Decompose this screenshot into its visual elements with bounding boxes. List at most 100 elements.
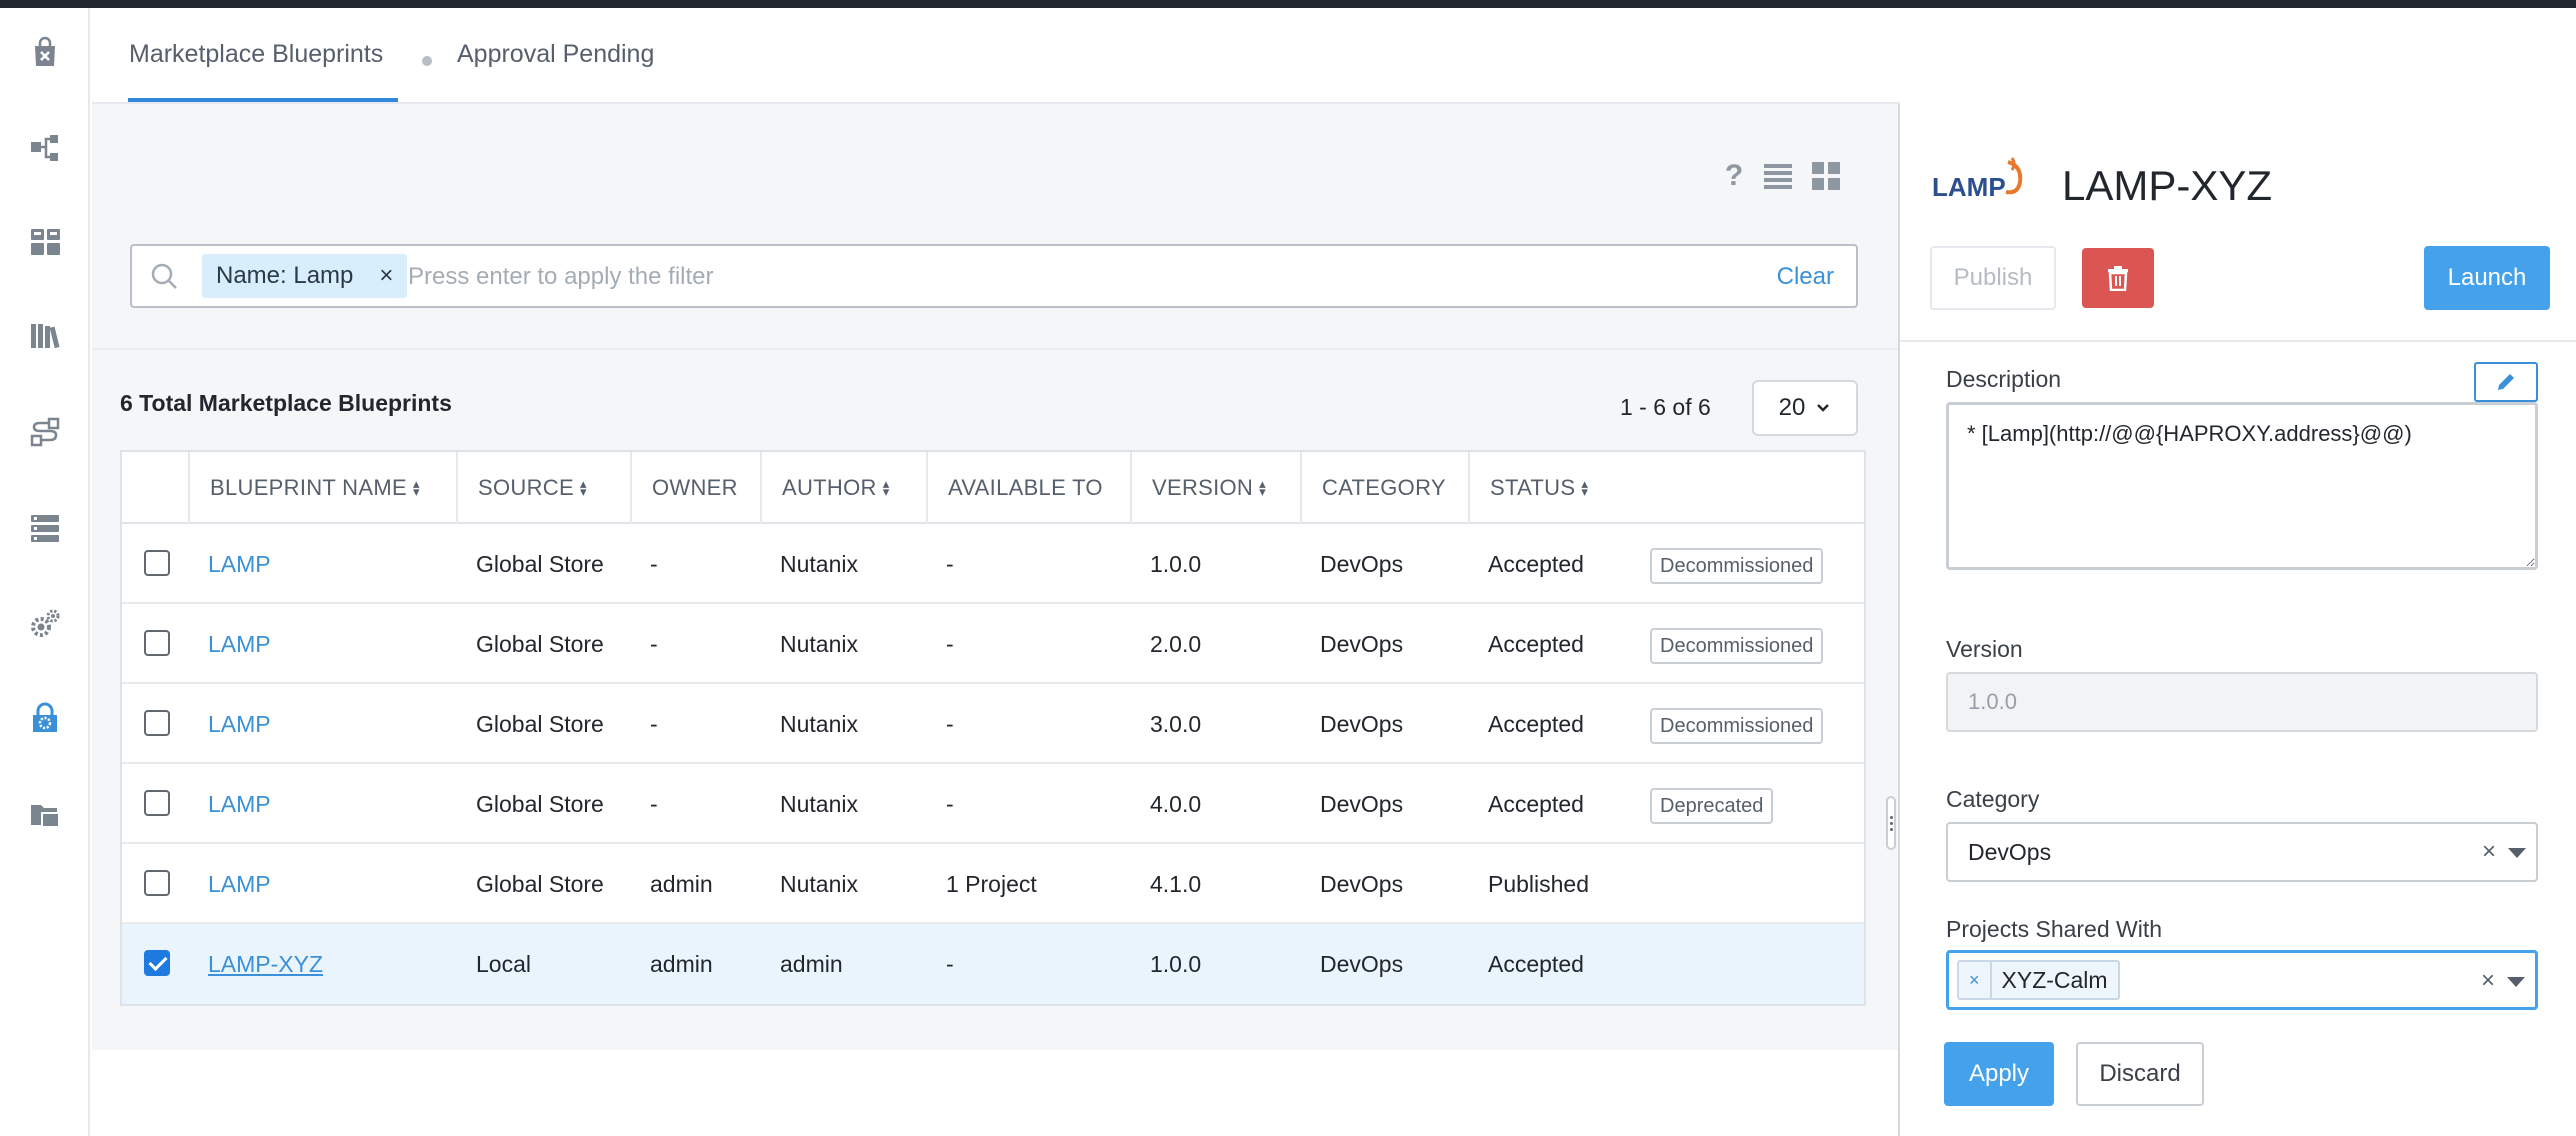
filter-chip: Name: Lamp × [202,254,408,298]
discard-button[interactable]: Discard [2076,1042,2204,1106]
library-books-icon[interactable] [25,316,65,356]
table-row[interactable]: LAMP Global Store - Nutanix - 4.0.0 DevOps Acce… [122,764,1864,844]
blueprint-name-link[interactable]: LAMP [208,524,271,604]
row-checkbox[interactable] [144,550,170,576]
clear-filter-link[interactable]: Clear [1777,263,1834,291]
col-available-to: AVAILABLE TO [926,452,1130,524]
select-column-header [122,452,188,524]
trash-icon [2108,266,2128,291]
col-version[interactable]: VERSION ▴ ▾ [1130,452,1300,524]
cell-author: Nutanix [780,870,858,897]
panel-divider [1900,340,2576,342]
col-blueprint-name[interactable]: BLUEPRINT NAME ▴ ▾ [188,452,456,524]
total-count-label: 6 Total Marketplace Blueprints [120,390,452,416]
settings-gears-icon[interactable] [25,604,65,644]
filter-chip-remove-icon[interactable]: × [379,262,393,290]
blueprint-name-link[interactable]: LAMP-XYZ [208,924,323,1004]
cell-available-to: - [946,550,954,577]
col-source[interactable]: SOURCE ▴ ▾ [456,452,630,524]
cell-status: Accepted [1488,710,1584,737]
applications-grid-icon[interactable] [25,222,65,262]
launch-button[interactable]: Launch [2424,246,2550,310]
cell-category: DevOps [1320,710,1404,737]
cell-version: 3.0.0 [1150,710,1202,737]
version-field: 1.0.0 [1946,672,2538,732]
publish-button[interactable]: Publish [1930,246,2056,310]
filter-bar: Name: Lamp × Clear [130,244,1858,308]
category-value: DevOps [1968,838,2052,865]
top-bar [0,0,2576,8]
blueprint-name-link[interactable]: LAMP [208,764,271,844]
blueprint-detail-panel: LAMP LAMP-XYZ Publish Launch Description… [1898,104,2576,1136]
edit-description-button[interactable] [2474,362,2538,402]
cell-status: Published [1488,870,1590,897]
projects-folder-icon[interactable] [25,794,65,834]
cell-author: Nutanix [780,790,858,817]
runbook-icon[interactable] [25,412,65,452]
status-badge: Decommissioned [1650,628,1824,664]
endpoints-list-icon[interactable] [25,508,65,548]
filter-input[interactable] [408,258,1708,296]
cell-source: Global Store [476,630,604,657]
cell-category: DevOps [1320,790,1404,817]
blueprint-name-link[interactable]: LAMP [208,684,271,764]
table-row[interactable]: LAMP Global Store - Nutanix - 1.0.0 DevOps Acce… [122,524,1864,604]
dropdown-caret-icon [2508,848,2526,858]
table-row[interactable]: LAMP Global Store admin Nutanix 1 Project 4.1… [122,844,1864,924]
category-select[interactable]: DevOps × [1946,822,2538,882]
clear-icon[interactable]: × [2482,838,2496,866]
projects-label: Projects Shared With [1946,916,2163,942]
row-checkbox[interactable] [144,950,170,976]
cell-version: 1.0.0 [1150,950,1202,977]
cell-status: Accepted [1488,790,1584,817]
tab-marketplace-blueprints[interactable]: Marketplace Blueprints [129,40,383,69]
sort-icon: ▴ ▾ [1581,476,1589,499]
cell-available-to: - [946,950,954,977]
blueprint-tree-icon[interactable] [25,128,65,168]
pencil-icon [2498,374,2514,390]
cell-owner: - [650,710,658,737]
table-row[interactable]: LAMP Global Store - Nutanix - 3.0.0 DevOps Acce… [122,684,1864,764]
category-label: Category [1946,786,2040,812]
description-field[interactable]: * [Lamp](http://@@{HAPROXY.address}@@) [1946,402,2538,570]
marketplace-manager-lock-icon[interactable] [25,698,65,738]
table-row[interactable]: LAMP Global Store - Nutanix - 2.0.0 DevOps Acce… [122,604,1864,684]
row-checkbox[interactable] [144,790,170,816]
table-row[interactable]: LAMP-XYZ Local admin admin - 1.0.0 DevOps Accep… [122,924,1864,1004]
status-badge: Deprecated [1650,788,1774,824]
cell-category: DevOps [1320,950,1404,977]
tab-approval-pending[interactable]: Approval Pending [457,40,654,69]
marketplace-bag-icon[interactable] [25,32,65,72]
col-status[interactable]: STATUS ▴ ▾ [1468,452,1864,524]
cell-source: Local [476,950,531,977]
divider [92,348,1900,350]
cell-owner: - [650,790,658,817]
delete-button[interactable] [2082,248,2154,308]
lamp-logo-text: LAMP [1932,172,2006,202]
list-view-icon[interactable] [1762,160,1794,192]
blueprint-name-link[interactable]: LAMP [208,844,271,924]
apply-button[interactable]: Apply [1944,1042,2054,1106]
col-label: STATUS [1490,475,1576,500]
blueprint-title: LAMP-XYZ [2062,162,2273,209]
row-checkbox[interactable] [144,870,170,896]
cell-owner: - [650,630,658,657]
col-label: AUTHOR [782,475,877,500]
cell-status: Accepted [1488,950,1584,977]
cell-source: Global Store [476,870,604,897]
panel-resize-handle[interactable] [1886,796,1896,850]
col-author[interactable]: AUTHOR ▴ ▾ [760,452,926,524]
tab-bar: Marketplace Blueprints Approval Pending [92,8,1900,104]
project-tag-remove-icon[interactable]: × [1959,962,1992,998]
projects-multiselect[interactable]: × XYZ-Calm × [1946,950,2538,1010]
cell-version: 2.0.0 [1150,630,1202,657]
cell-status: Accepted [1488,630,1584,657]
grid-view-icon[interactable] [1810,160,1842,192]
row-checkbox[interactable] [144,630,170,656]
blueprint-name-link[interactable]: LAMP [208,604,271,684]
per-page-dropdown[interactable]: 20 [1752,380,1858,436]
row-checkbox[interactable] [144,710,170,736]
blueprints-table: BLUEPRINT NAME ▴ ▾ SOURCE ▴ ▾ OWNER AUTHOR ▴ ▾… [120,450,1866,1006]
help-icon[interactable]: ? [1718,159,1750,192]
clear-icon[interactable]: × [2481,967,2495,995]
